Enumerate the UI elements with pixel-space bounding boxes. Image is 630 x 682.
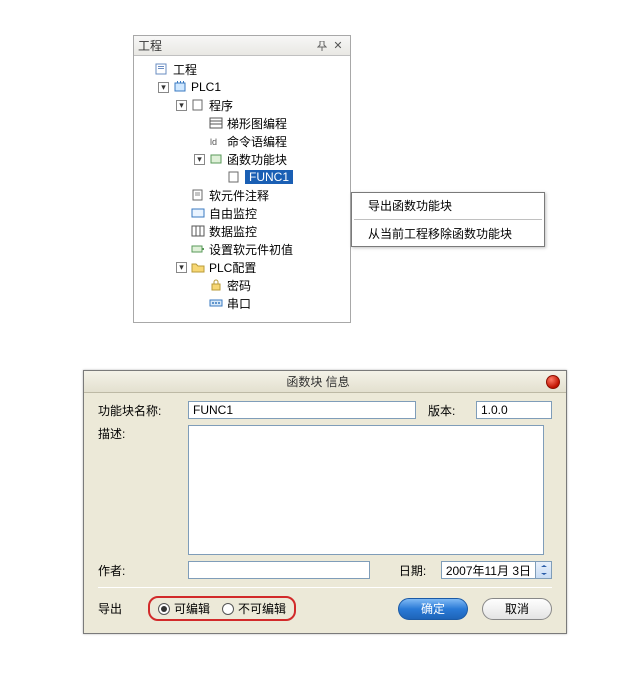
doc-icon (154, 62, 170, 76)
cancel-button[interactable]: 取消 (482, 598, 552, 620)
collapse-icon[interactable]: ▾ (158, 82, 169, 93)
block-icon (208, 152, 224, 166)
collapse-icon[interactable]: ▾ (176, 262, 187, 273)
context-menu: 导出函数功能块 从当前工程移除函数功能块 (351, 192, 545, 247)
label-author: 作者: (98, 562, 188, 579)
menu-separator (354, 219, 542, 220)
pin-icon[interactable] (314, 38, 330, 54)
input-description[interactable] (188, 425, 544, 555)
tree-label: 命令语编程 (227, 133, 287, 150)
tree-label: 数据监控 (209, 223, 257, 240)
tree-node-mnemonic[interactable]: ld 命令语编程 (136, 132, 348, 150)
tree-label: 梯形图编程 (227, 115, 287, 132)
close-icon[interactable]: ✕ (330, 38, 346, 54)
label-name: 功能块名称: (98, 402, 188, 419)
radio-editable[interactable]: 可编辑 (158, 600, 210, 617)
tree-label: 设置软元件初值 (209, 241, 293, 258)
tree-node-ladder[interactable]: 梯形图编程 (136, 114, 348, 132)
collapse-icon[interactable]: ▾ (176, 100, 187, 111)
tree-node-datamon[interactable]: 数据监控 (136, 222, 348, 240)
project-panel: 工程 ✕ 工程 ▾ PLC1 ▾ 程序 梯形图编程 (133, 35, 351, 323)
input-date[interactable]: 2007年11月 3日 (441, 561, 552, 579)
tree-node-plc[interactable]: ▾ PLC1 (136, 78, 348, 96)
tree-label: 密码 (227, 277, 251, 294)
tree-node-func1[interactable]: FUNC1 (136, 168, 348, 186)
export-radio-group: 可编辑 不可编辑 (148, 596, 296, 621)
menu-item-export[interactable]: 导出函数功能块 (352, 193, 544, 218)
input-name[interactable] (188, 401, 416, 419)
menu-item-remove[interactable]: 从当前工程移除函数功能块 (352, 221, 544, 246)
tree-node-plccfg[interactable]: ▾ PLC配置 (136, 258, 348, 276)
label-export: 导出 (98, 600, 138, 617)
radio-icon (222, 603, 234, 615)
tree-label: 自由监控 (209, 205, 257, 222)
tree-node-freemon[interactable]: 自由监控 (136, 204, 348, 222)
radio-noneditable[interactable]: 不可编辑 (222, 600, 286, 617)
collapse-icon[interactable]: ▾ (194, 154, 205, 165)
port-icon (208, 296, 224, 310)
page-icon (190, 98, 206, 112)
tree-label: PLC配置 (209, 259, 256, 276)
table-icon (190, 224, 206, 238)
tree-node-program[interactable]: ▾ 程序 (136, 96, 348, 114)
date-text: 2007年11月 3日 (442, 562, 535, 579)
panel-title: 工程 (138, 37, 314, 54)
folder-icon (190, 260, 206, 274)
input-author[interactable] (188, 561, 370, 579)
radio-icon (158, 603, 170, 615)
funcblock-info-dialog: 函数块 信息 功能块名称: 版本: 描述: 作者: 日期: 2007年11月 3… (83, 370, 567, 634)
svg-text:ld: ld (210, 137, 217, 147)
label-version: 版本: (428, 402, 470, 419)
monitor-icon (190, 206, 206, 220)
ok-button[interactable]: 确定 (398, 598, 468, 620)
radio-label: 可编辑 (174, 600, 210, 617)
tree-node-password[interactable]: 密码 (136, 276, 348, 294)
dialog-body: 功能块名称: 版本: 描述: 作者: 日期: 2007年11月 3日 导出 (84, 393, 566, 633)
dialog-close-icon[interactable] (546, 375, 560, 389)
panel-titlebar: 工程 ✕ (134, 36, 350, 56)
tree-label: PLC1 (191, 80, 221, 94)
lock-icon (208, 278, 224, 292)
tree-label: 程序 (209, 97, 233, 114)
label-desc: 描述: (98, 425, 188, 442)
tree-label: 工程 (173, 61, 197, 78)
settings-icon (190, 242, 206, 256)
tree-label: 函数功能块 (227, 151, 287, 168)
dialog-titlebar[interactable]: 函数块 信息 (84, 371, 566, 393)
label-date: 日期: (399, 562, 441, 579)
mnemonic-icon: ld (208, 134, 224, 148)
tree-label-selected: FUNC1 (245, 170, 293, 184)
page-icon (226, 170, 242, 184)
project-tree[interactable]: 工程 ▾ PLC1 ▾ 程序 梯形图编程 ld 命令语编程 ▾ (134, 56, 350, 322)
dialog-title: 函数块 信息 (90, 373, 546, 390)
chip-icon (172, 80, 188, 94)
tree-node-serial[interactable]: 串口 (136, 294, 348, 312)
divider (98, 587, 552, 588)
input-version[interactable] (476, 401, 552, 419)
tree-node-root[interactable]: 工程 (136, 60, 348, 78)
tree-node-setdefault[interactable]: 设置软元件初值 (136, 240, 348, 258)
page-icon (190, 188, 206, 202)
ladder-icon (208, 116, 224, 130)
tree-label: 软元件注释 (209, 187, 269, 204)
date-dropdown-icon[interactable] (535, 562, 551, 578)
tree-node-softcomment[interactable]: 软元件注释 (136, 186, 348, 204)
radio-label: 不可编辑 (238, 600, 286, 617)
tree-label: 串口 (227, 295, 251, 312)
tree-node-funcblock[interactable]: ▾ 函数功能块 (136, 150, 348, 168)
